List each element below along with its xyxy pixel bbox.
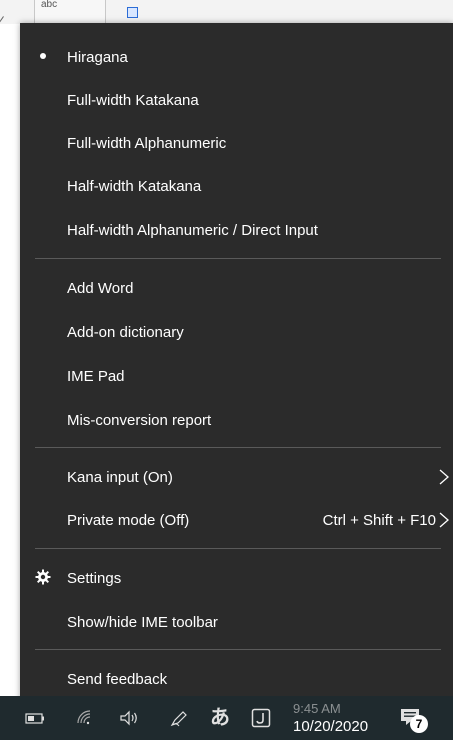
menu-item-half-width-katakana[interactable]: Half-width Katakana <box>20 166 453 206</box>
volume-icon[interactable] <box>118 708 142 728</box>
background-tab: abc <box>34 0 106 24</box>
menu-separator <box>35 548 441 549</box>
menu-item-label: Show/hide IME toolbar <box>67 613 218 631</box>
menu-item-label: Add-on dictionary <box>67 323 184 341</box>
menu-separator <box>35 649 441 650</box>
menu-item-label: Full-width Katakana <box>67 91 199 109</box>
ime-context-menu: Hiragana Full-width Katakana Full-width … <box>20 23 453 703</box>
pen-icon[interactable] <box>168 708 190 728</box>
battery-icon[interactable] <box>24 708 46 728</box>
ime-toggle-icon[interactable] <box>251 708 273 728</box>
menu-item-label: Private mode (Off) <box>67 511 190 529</box>
menu-item-add-on-dictionary[interactable]: Add-on dictionary <box>20 312 453 352</box>
menu-item-ime-pad[interactable]: IME Pad <box>20 356 453 396</box>
menu-item-add-word[interactable]: Add Word <box>20 268 453 308</box>
menu-separator <box>35 447 441 448</box>
menu-item-label: IME Pad <box>67 367 125 385</box>
background-window: abc <box>0 0 453 28</box>
menu-item-kana-input[interactable]: Kana input (On) <box>20 457 453 497</box>
wifi-icon[interactable] <box>75 708 97 728</box>
background-control <box>127 7 138 18</box>
menu-separator <box>35 258 441 259</box>
keyboard-shortcut: Ctrl + Shift + F10 <box>322 511 436 529</box>
menu-item-hiragana[interactable]: Hiragana <box>20 37 453 77</box>
taskbar: あ 9:45 AM 10/20/2020 7 <box>0 696 453 740</box>
taskbar-time[interactable]: 9:45 AM <box>293 701 341 716</box>
menu-item-label: Full-width Alphanumeric <box>67 134 227 152</box>
menu-item-label: Mis-conversion report <box>67 411 212 429</box>
menu-item-full-width-alphanumeric[interactable]: Full-width Alphanumeric <box>20 123 453 163</box>
menu-item-label: Send feedback <box>67 670 168 688</box>
menu-item-label: Kana input (On) <box>67 468 173 486</box>
menu-item-private-mode[interactable]: Private mode (Off) Ctrl + Shift + F10 <box>20 500 453 540</box>
menu-item-full-width-katakana[interactable]: Full-width Katakana <box>20 80 453 120</box>
menu-item-mis-conversion-report[interactable]: Mis-conversion report <box>20 400 453 440</box>
menu-item-half-width-alphanumeric[interactable]: Half-width Alphanumeric / Direct Input <box>20 210 453 250</box>
menu-item-label: Settings <box>67 569 122 587</box>
taskbar-date[interactable]: 10/20/2020 <box>293 718 368 735</box>
selected-bullet-icon <box>40 53 46 59</box>
menu-item-label: Add Word <box>67 279 134 297</box>
menu-item-label: Hiragana <box>67 48 128 66</box>
menu-item-label: Half-width Alphanumeric / Direct Input <box>67 221 318 239</box>
menu-item-label: Half-width Katakana <box>67 177 202 195</box>
menu-item-send-feedback[interactable]: Send feedback <box>20 659 453 699</box>
gear-icon <box>35 569 51 585</box>
chevron-right-icon <box>439 512 449 528</box>
action-center-button[interactable]: 7 <box>399 707 429 735</box>
menu-item-settings[interactable]: Settings <box>20 558 453 598</box>
menu-item-show-hide-ime-toolbar[interactable]: Show/hide IME toolbar <box>20 602 453 642</box>
notification-count-badge: 7 <box>410 715 428 733</box>
chevron-right-icon <box>439 469 449 485</box>
background-mark <box>0 16 11 28</box>
ime-mode-indicator[interactable]: あ <box>210 708 230 728</box>
